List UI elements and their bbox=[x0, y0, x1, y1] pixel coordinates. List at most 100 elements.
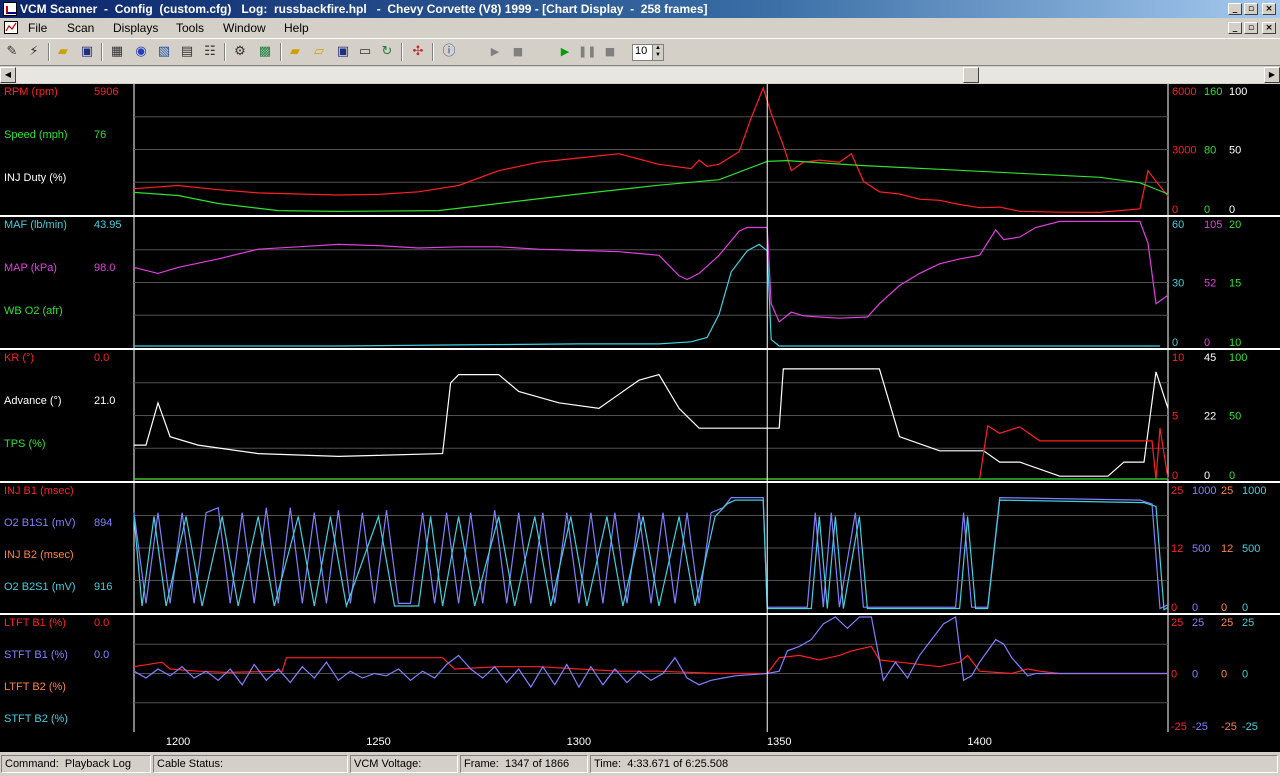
x-tick-label: 1350 bbox=[767, 736, 791, 748]
x-tick-label: 1200 bbox=[166, 736, 190, 748]
scale-tick-label: 20 bbox=[1229, 219, 1241, 231]
list-icon[interactable]: ☷ bbox=[201, 43, 219, 61]
parameter-value: 916 bbox=[94, 581, 112, 593]
menu-scan[interactable]: Scan bbox=[67, 21, 94, 35]
scale-tick-label: 0 bbox=[1192, 602, 1198, 614]
scroll-left-icon[interactable]: ◀ bbox=[0, 67, 16, 83]
notes-icon[interactable]: ▭ bbox=[356, 43, 374, 61]
horizontal-scrollbar[interactable]: ◀ ▶ bbox=[0, 67, 1280, 83]
toolbar-separator bbox=[401, 43, 403, 61]
scale-tick-label: 0 bbox=[1229, 470, 1235, 482]
scale-tick-label: 100 bbox=[1229, 352, 1247, 364]
scale-tick-label: 10 bbox=[1229, 337, 1241, 349]
series-line bbox=[133, 616, 1168, 689]
open-folder-icon[interactable]: ▰ bbox=[54, 43, 72, 61]
child-minimize-button[interactable]: _ bbox=[1228, 22, 1242, 34]
scale-tick-label: 12 bbox=[1221, 543, 1233, 555]
scale-tick-label: 10 bbox=[1172, 352, 1184, 364]
play-green-icon[interactable]: ▶ bbox=[556, 43, 574, 61]
close-button[interactable]: × bbox=[1262, 3, 1276, 15]
toolbar-separator bbox=[101, 43, 103, 61]
save-log-icon[interactable]: ▣ bbox=[334, 43, 352, 61]
chart-icon[interactable]: ▧ bbox=[155, 43, 173, 61]
scale-tick-label: 50 bbox=[1229, 411, 1241, 423]
scroll-thumb[interactable] bbox=[963, 67, 979, 83]
series-line bbox=[134, 368, 1169, 477]
app-icon bbox=[3, 2, 17, 16]
scale-tick-label: 105 bbox=[1204, 219, 1222, 231]
scale-tick-label: -25 bbox=[1192, 721, 1208, 733]
scale-tick-label: 0 bbox=[1171, 669, 1177, 681]
scale-tick-label: 0 bbox=[1242, 669, 1248, 681]
pause-icon[interactable]: ❚❚ bbox=[578, 43, 596, 61]
folder-icon[interactable]: ▱ bbox=[310, 43, 328, 61]
menu-file[interactable]: File bbox=[28, 21, 47, 35]
engine-icon[interactable]: ⚙ bbox=[231, 43, 249, 61]
toolbar-separator bbox=[48, 43, 50, 61]
scale-tick-label: 25 bbox=[1221, 617, 1233, 629]
speed-spinner[interactable]: 10 ▲ ▼ bbox=[632, 44, 664, 61]
maximize-button[interactable]: ▫ bbox=[1244, 3, 1258, 15]
child-window-icon[interactable] bbox=[4, 21, 18, 34]
x-tick-label: 1300 bbox=[567, 736, 591, 748]
menu-window[interactable]: Window bbox=[223, 21, 266, 35]
scale-tick-label: 5 bbox=[1172, 411, 1178, 423]
menu-displays[interactable]: Displays bbox=[113, 21, 158, 35]
scale-tick-label: 0 bbox=[1192, 669, 1198, 681]
parameter-label: LTFT B1 (%) bbox=[4, 617, 66, 629]
menu-tools[interactable]: Tools bbox=[176, 21, 204, 35]
child-restore-button[interactable]: ▫ bbox=[1244, 22, 1258, 34]
dtc-icon[interactable]: ▩ bbox=[256, 43, 274, 61]
parameter-value: 0.0 bbox=[94, 352, 109, 364]
connect-icon[interactable]: ✣ bbox=[409, 43, 427, 61]
stop-gray-icon[interactable]: ■ bbox=[601, 43, 619, 61]
scale-tick-label: 0 bbox=[1171, 602, 1177, 614]
menu-help[interactable]: Help bbox=[284, 21, 309, 35]
scale-tick-label: 0 bbox=[1221, 602, 1227, 614]
scroll-right-icon[interactable]: ▶ bbox=[1264, 67, 1280, 83]
grid-icon[interactable]: ▤ bbox=[178, 43, 196, 61]
parameter-value: 894 bbox=[94, 517, 112, 529]
series-line bbox=[134, 424, 1169, 480]
parameter-value: 98.0 bbox=[94, 262, 115, 274]
stop-icon[interactable]: ■ bbox=[509, 43, 527, 61]
parameter-label: O2 B1S1 (mV) bbox=[4, 517, 76, 529]
scale-tick-label: 25 bbox=[1221, 485, 1233, 497]
table-icon[interactable]: ▦ bbox=[108, 43, 126, 61]
status-bar: Command: Playback Log Cable Status: VCM … bbox=[0, 753, 1280, 776]
parameter-label: STFT B1 (%) bbox=[4, 649, 68, 661]
scale-tick-label: -25 bbox=[1171, 721, 1187, 733]
status-cable: Cable Status: bbox=[153, 755, 348, 773]
toolbar-separator bbox=[280, 43, 282, 61]
parameter-value: 0.0 bbox=[94, 617, 109, 629]
scale-tick-label: -25 bbox=[1242, 721, 1258, 733]
menu-bar: File Scan Displays Tools Window Help _ ▫… bbox=[0, 19, 1280, 37]
chart-display[interactable]: RPM (rpm) 5906 Speed (mph) 76 INJ Duty (%) 60… bbox=[0, 84, 1280, 752]
scale-tick-label: 3000 bbox=[1172, 145, 1196, 157]
scale-tick-label: 160 bbox=[1204, 86, 1222, 98]
spinner-arrows-icon[interactable]: ▲ ▼ bbox=[652, 45, 663, 60]
play-icon[interactable]: ▶ bbox=[486, 43, 504, 61]
scale-tick-label: 0 bbox=[1204, 470, 1210, 482]
parameter-value: 76 bbox=[94, 129, 106, 141]
child-close-button[interactable]: × bbox=[1262, 22, 1276, 34]
scale-tick-label: 12 bbox=[1171, 543, 1183, 555]
open-log-icon[interactable]: ▰ bbox=[286, 43, 304, 61]
lightning-icon[interactable]: ⚡ bbox=[25, 43, 43, 61]
scale-tick-label: 25 bbox=[1192, 617, 1204, 629]
scale-tick-label: 15 bbox=[1229, 278, 1241, 290]
scale-tick-label: 0 bbox=[1242, 602, 1248, 614]
info-icon[interactable]: ⓘ bbox=[440, 43, 458, 61]
minimize-button[interactable]: _ bbox=[1228, 3, 1242, 15]
scale-tick-label: 60 bbox=[1172, 219, 1184, 231]
pen-icon[interactable]: ✎ bbox=[3, 43, 21, 61]
scale-tick-label: 25 bbox=[1242, 617, 1254, 629]
gauge-icon[interactable]: ◉ bbox=[132, 43, 150, 61]
scale-tick-label: 30 bbox=[1172, 278, 1184, 290]
save-icon[interactable]: ▣ bbox=[78, 43, 96, 61]
parameter-label: INJ B2 (msec) bbox=[4, 549, 74, 561]
scale-tick-label: 1000 bbox=[1242, 485, 1266, 497]
scale-tick-label: 0 bbox=[1204, 337, 1210, 349]
scale-tick-label: 6000 bbox=[1172, 86, 1196, 98]
refresh-icon[interactable]: ↻ bbox=[378, 43, 396, 61]
